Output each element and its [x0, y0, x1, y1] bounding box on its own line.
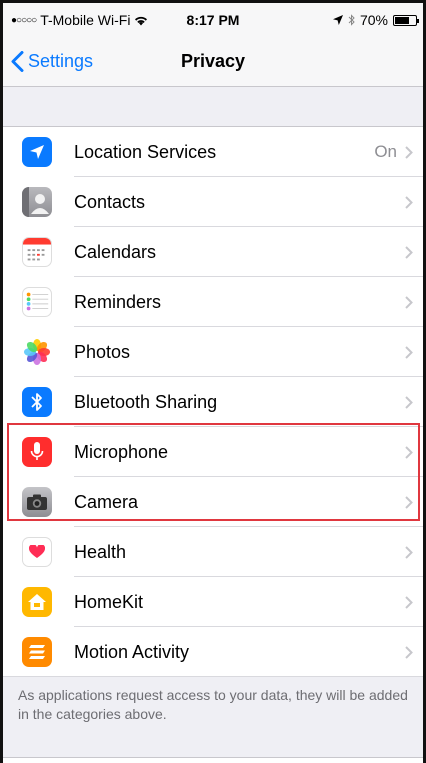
row-label: Reminders — [74, 291, 162, 312]
bluetooth-icon — [22, 387, 52, 417]
motion-activity-icon — [22, 637, 52, 667]
chevron-right-icon — [405, 145, 413, 159]
row-label: Motion Activity — [74, 641, 190, 662]
signal-strength-icon: ●○○○○ — [11, 14, 37, 26]
status-bar: ●○○○○ T-Mobile Wi-Fi 8:17 PM 70% — [3, 3, 423, 37]
chevron-right-icon — [405, 195, 413, 209]
row-label: Camera — [74, 491, 139, 512]
homekit-icon — [22, 587, 52, 617]
battery-icon — [393, 14, 419, 26]
camera-icon — [22, 487, 52, 517]
chevron-right-icon — [405, 495, 413, 509]
row-label: Bluetooth Sharing — [74, 391, 218, 412]
wifi-icon — [135, 16, 148, 25]
row-reminders[interactable]: Reminders — [3, 277, 423, 327]
chevron-right-icon — [405, 445, 413, 459]
row-label: Photos — [74, 341, 131, 362]
row-motion-activity[interactable]: Motion Activity — [3, 627, 423, 677]
row-health[interactable]: Health — [3, 527, 423, 577]
row-bluetooth-sharing[interactable]: Bluetooth Sharing — [3, 377, 423, 427]
row-label: Contacts — [74, 191, 146, 212]
photos-icon — [22, 337, 52, 367]
row-microphone[interactable]: Microphone — [3, 427, 423, 477]
chevron-right-icon — [405, 395, 413, 409]
row-homekit[interactable]: HomeKit — [3, 577, 423, 627]
row-value: On — [374, 142, 397, 161]
section-spacer — [3, 734, 423, 758]
battery-level-fill — [395, 16, 409, 24]
row-label: Calendars — [74, 241, 157, 262]
carrier-label: T-Mobile Wi-Fi — [40, 12, 131, 28]
chevron-right-icon — [405, 345, 413, 359]
row-label: HomeKit — [74, 591, 144, 612]
partial-row[interactable] — [3, 758, 423, 763]
navigation-bar: Settings Privacy — [3, 37, 423, 87]
contacts-icon — [22, 187, 52, 217]
reminders-icon — [22, 287, 52, 317]
back-button-label: Settings — [28, 51, 94, 71]
back-button[interactable]: Settings — [3, 51, 93, 72]
row-label: Location Services — [74, 141, 217, 162]
privacy-footer-note: As applications request access to your d… — [3, 677, 423, 734]
row-location-services[interactable]: Location Services On — [3, 127, 423, 177]
calendar-icon — [22, 237, 52, 267]
chevron-right-icon — [405, 245, 413, 259]
chevron-right-icon — [405, 645, 413, 659]
chevron-right-icon — [405, 295, 413, 309]
location-arrow-icon — [22, 137, 52, 167]
health-heart-icon — [22, 537, 52, 567]
chevron-right-icon — [405, 545, 413, 559]
microphone-icon — [22, 437, 52, 467]
chevron-right-icon — [405, 595, 413, 609]
row-camera[interactable]: Camera — [3, 477, 423, 527]
row-contacts[interactable]: Contacts — [3, 177, 423, 227]
privacy-list: Location Services On Contacts Calendars … — [3, 127, 423, 677]
row-label: Microphone — [74, 441, 169, 462]
row-label: Health — [74, 541, 127, 562]
battery-percent: 70% — [359, 12, 388, 28]
phone-frame: ●○○○○ T-Mobile Wi-Fi 8:17 PM 70% Setting… — [0, 0, 426, 763]
row-calendars[interactable]: Calendars — [3, 227, 423, 277]
bluetooth-icon — [348, 14, 355, 26]
chevron-left-icon — [11, 51, 24, 72]
row-photos[interactable]: Photos — [3, 327, 423, 377]
location-arrow-icon — [332, 15, 343, 25]
section-spacer — [3, 87, 423, 127]
